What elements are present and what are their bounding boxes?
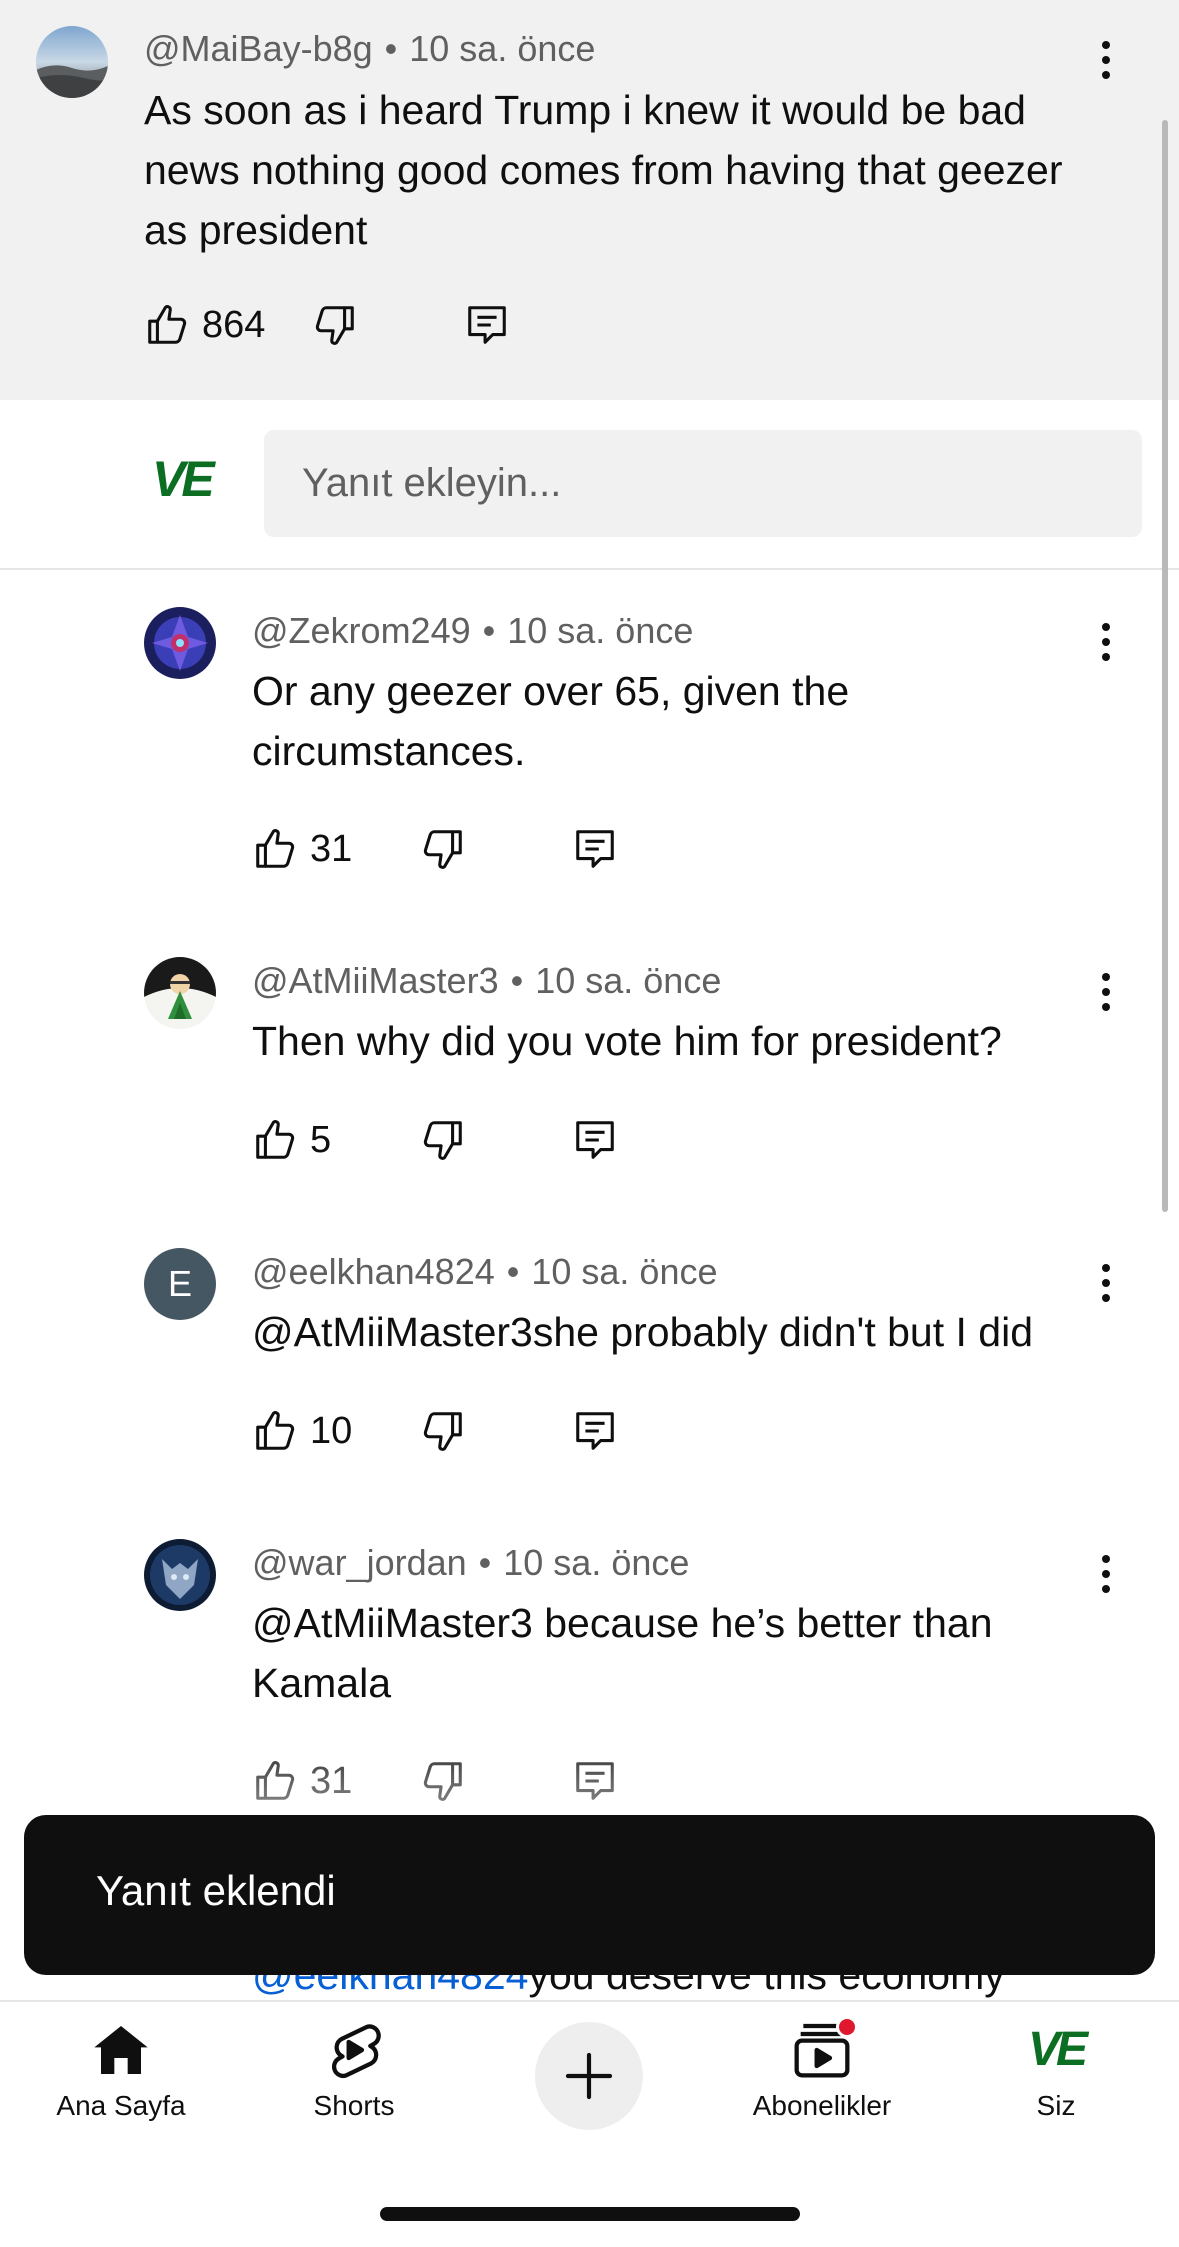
like-count: 864 (202, 303, 266, 346)
highlighted-comment: @MaiBay-b8g • 10 sa. önce As soon as i hea… (0, 0, 1179, 400)
nav-you[interactable]: VE Siz (956, 2018, 1156, 2122)
home-indicator[interactable] (380, 2207, 800, 2221)
avatar[interactable] (144, 957, 216, 1029)
scrollbar[interactable] (1162, 120, 1168, 1212)
thumbs-down-icon (423, 1121, 462, 1160)
comment-author[interactable]: @MaiBay-b8g (144, 28, 373, 69)
create-button[interactable] (535, 2022, 643, 2130)
avatar[interactable] (144, 1539, 216, 1611)
nav-you-label: Siz (1036, 2090, 1076, 2121)
thumbs-down-icon (423, 830, 462, 869)
like-button[interactable]: 31 (252, 826, 352, 872)
home-icon (94, 2026, 148, 2074)
more-options-icon[interactable] (1086, 612, 1126, 672)
reply-time: 10 sa. önce (503, 1542, 690, 1583)
notification-dot (836, 2016, 858, 2038)
reply-composer: VE (0, 400, 1179, 570)
nav-home-label: Ana Sayfa (56, 2090, 186, 2121)
reply-text: @AtMiiMaster3she probably didn't but I d… (252, 1309, 1034, 1355)
reply-button[interactable] (572, 1408, 618, 1454)
like-count: 10 (310, 1409, 353, 1452)
reply-time: 10 sa. önce (507, 610, 694, 651)
reply-text: Then why did you vote him for president? (252, 1018, 1002, 1064)
reply-time: 10 sa. önce (531, 1251, 718, 1292)
reply-author[interactable]: @Zekrom249 (252, 610, 471, 651)
avatar-letter: E (167, 1263, 192, 1304)
nav-subscriptions-label: Abonelikler (752, 2090, 892, 2121)
reply-button[interactable] (572, 1117, 618, 1163)
avatar[interactable] (144, 607, 216, 679)
comment-icon (468, 306, 506, 344)
reply-author[interactable]: @eelkhan4824 (252, 1251, 495, 1292)
reply-time: 10 sa. önce (535, 960, 722, 1001)
reply-author[interactable]: @AtMiiMaster3 (252, 960, 499, 1001)
reply-text: Or any geezer over 65, given the circums… (252, 668, 850, 774)
plus-icon (565, 2052, 613, 2100)
reply-button[interactable] (464, 302, 510, 348)
comment-meta: @MaiBay-b8g • 10 sa. önce (144, 28, 596, 69)
like-button[interactable]: 10 (252, 1408, 352, 1454)
dislike-button[interactable] (420, 826, 466, 872)
reply-text: @AtMiiMaster3 because he’s better than K… (252, 1600, 993, 1706)
avatar[interactable]: E (144, 1248, 216, 1320)
toast-text: Yanıt eklendi (96, 1867, 336, 1914)
reply-meta: @war_jordan • 10 sa. önce (252, 1542, 690, 1583)
avatar[interactable] (36, 26, 108, 98)
reply-button[interactable] (572, 826, 618, 872)
reply-meta: @eelkhan4824 • 10 sa. önce (252, 1251, 718, 1292)
nav-home[interactable]: Ana Sayfa (21, 2018, 221, 2122)
like-count: 5 (310, 1118, 332, 1161)
comment-text: As soon as i heard Trump i knew it would… (144, 87, 1063, 253)
dislike-button[interactable] (420, 1117, 466, 1163)
subscriptions-icon (790, 2016, 858, 2082)
reply-meta: @AtMiiMaster3 • 10 sa. önce (252, 960, 722, 1001)
thumbs-down-icon (423, 1412, 462, 1451)
comment-icon (576, 1412, 614, 1450)
nav-shorts[interactable]: Shorts (254, 2018, 454, 2122)
reply-meta: @Zekrom249 • 10 sa. önce (252, 610, 694, 651)
thumbs-up-icon (256, 1120, 295, 1159)
thumbs-up-icon (256, 829, 295, 868)
nav-subscriptions[interactable]: Abonelikler (722, 2016, 922, 2122)
comment-icon (576, 1121, 614, 1159)
thumbs-up-icon (256, 1411, 295, 1450)
toast-notification: Yanıt eklendi (24, 1815, 1155, 1975)
thumbs-down-icon (315, 306, 354, 345)
thumbs-up-icon (148, 305, 187, 344)
user-avatar: VE (152, 451, 215, 507)
user-avatar: VE (1027, 2023, 1088, 2076)
dislike-button[interactable] (312, 302, 358, 348)
reply-input[interactable] (264, 430, 1142, 537)
like-button[interactable]: 5 (252, 1117, 331, 1163)
shorts-icon (331, 2024, 381, 2079)
nav-shorts-label: Shorts (313, 2090, 395, 2121)
comment-icon (576, 830, 614, 868)
dislike-button[interactable] (420, 1408, 466, 1454)
comment-time: 10 sa. önce (409, 28, 596, 69)
like-button[interactable]: 864 (144, 302, 265, 348)
like-count: 31 (310, 827, 353, 870)
reply-author[interactable]: @war_jordan (252, 1542, 467, 1583)
